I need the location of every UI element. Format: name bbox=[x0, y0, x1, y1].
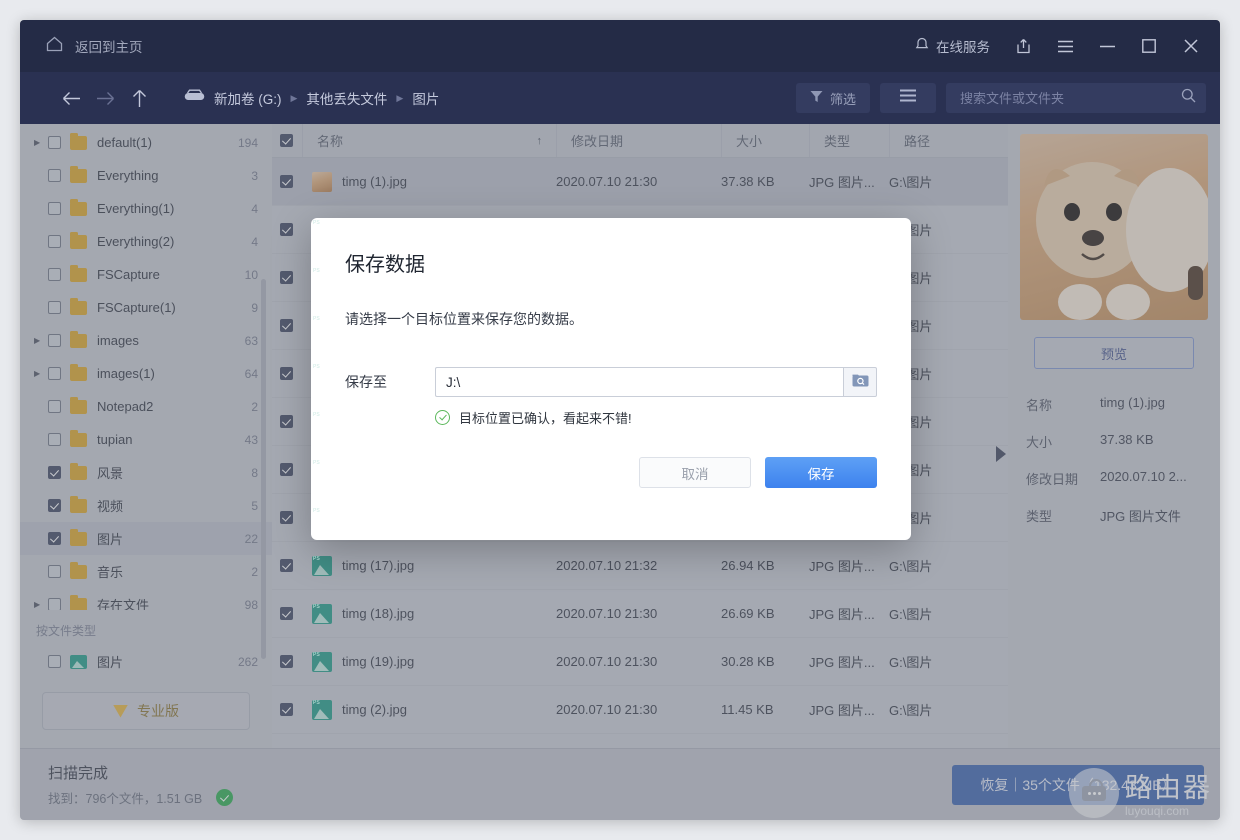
navigation-bar: 新加卷 (G:) ▶ 其他丢失文件 ▶ 图片 筛选 bbox=[20, 72, 1220, 124]
titlebar-actions: 在线服务 bbox=[905, 28, 1210, 64]
save-location-input-wrap bbox=[435, 367, 877, 397]
dialog-actions: 取消 保存 bbox=[639, 457, 877, 488]
cancel-button-label: 取消 bbox=[681, 466, 709, 482]
cancel-button[interactable]: 取消 bbox=[639, 457, 751, 488]
save-data-dialog: 保存数据 请选择一个目标位置来保存您的数据。 保存至 目标位置已确认，看起来不错… bbox=[311, 218, 911, 540]
drive-icon bbox=[184, 89, 205, 107]
validation-hint: 目标位置已确认，看起来不错! bbox=[435, 408, 877, 427]
search-icon[interactable] bbox=[1181, 88, 1196, 108]
bell-icon bbox=[915, 37, 929, 55]
breadcrumb-separator-icon: ▶ bbox=[290, 92, 298, 103]
breadcrumb-item-2[interactable]: 图片 bbox=[412, 88, 439, 108]
breadcrumb: 新加卷 (G:) ▶ 其他丢失文件 ▶ 图片 bbox=[184, 88, 439, 108]
online-service-label: 在线服务 bbox=[936, 40, 990, 55]
close-button[interactable] bbox=[1172, 29, 1210, 63]
dialog-title: 保存数据 bbox=[345, 254, 425, 276]
share-button[interactable] bbox=[1004, 29, 1042, 63]
back-to-home-label: 返回到主页 bbox=[75, 40, 143, 55]
save-button-label: 保存 bbox=[807, 466, 835, 482]
validation-hint-text: 目标位置已确认，看起来不错! bbox=[459, 411, 632, 426]
save-location-field: 保存至 bbox=[345, 367, 877, 397]
search-box[interactable] bbox=[946, 83, 1206, 113]
title-bar: 返回到主页 在线服务 bbox=[20, 20, 1220, 72]
list-view-button[interactable] bbox=[880, 83, 936, 113]
save-location-input[interactable] bbox=[435, 367, 843, 397]
save-button[interactable]: 保存 bbox=[765, 457, 877, 488]
folder-search-icon bbox=[852, 373, 869, 392]
navbar-tools: 筛选 bbox=[795, 83, 1206, 113]
minimize-button[interactable] bbox=[1088, 29, 1126, 63]
online-service-button[interactable]: 在线服务 bbox=[905, 28, 1000, 64]
menu-button[interactable] bbox=[1046, 29, 1084, 63]
breadcrumb-separator-icon: ▶ bbox=[396, 92, 404, 103]
filter-button[interactable]: 筛选 bbox=[795, 83, 870, 113]
dialog-description: 请选择一个目标位置来保存您的数据。 bbox=[345, 311, 583, 327]
back-to-home-button[interactable]: 返回到主页 bbox=[38, 30, 151, 63]
home-icon bbox=[46, 36, 63, 57]
breadcrumb-item-0[interactable]: 新加卷 (G:) bbox=[214, 88, 282, 108]
up-arrow-icon[interactable] bbox=[122, 81, 156, 115]
app-window: 返回到主页 在线服务 新加卷 (G:) ▶ 其他丢失文件 ▶ 图片 筛选 搜索文… bbox=[20, 20, 1220, 820]
maximize-button[interactable] bbox=[1130, 29, 1168, 63]
search-input[interactable] bbox=[960, 90, 1181, 106]
save-location-label: 保存至 bbox=[345, 374, 387, 390]
browse-folder-button[interactable] bbox=[843, 367, 877, 397]
forward-arrow-icon[interactable] bbox=[88, 81, 122, 115]
funnel-icon bbox=[810, 90, 823, 106]
list-icon bbox=[899, 89, 917, 107]
check-circle-icon bbox=[435, 410, 450, 425]
breadcrumb-item-1[interactable]: 其他丢失文件 bbox=[306, 88, 387, 108]
back-arrow-icon[interactable] bbox=[54, 81, 88, 115]
filter-label: 筛选 bbox=[829, 91, 856, 107]
